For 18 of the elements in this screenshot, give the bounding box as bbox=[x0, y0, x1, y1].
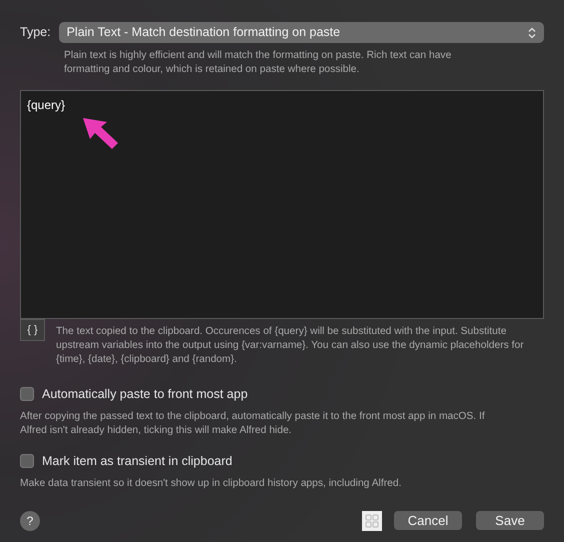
type-help-text: Plain text is highly efficient and will match the formatting on paste. Rich text can have formatting and colour, which is retained on paste where possible. bbox=[64, 49, 452, 77]
stepper-icon bbox=[528, 26, 536, 38]
editor-help-text: The text copied to the clipboard. Occurences of {query} will be substituted with the input. Substitute upstream variables into the output using {var:varname}. You can also use the dynamic placeholders for {time}, {date}, {clipboard} and {random}. bbox=[56, 325, 525, 367]
grid-icon[interactable] bbox=[362, 510, 382, 530]
checkbox-label[interactable]: Mark item as transient in clipboard bbox=[42, 452, 232, 470]
placeholder-button[interactable]: { } bbox=[20, 319, 45, 341]
checkbox[interactable] bbox=[20, 387, 34, 402]
pointer-arrow-icon bbox=[83, 118, 119, 151]
option-help-text: After copying the passed text to the clipboard, automatically paste it to the front most app in macOS. If Alfred isn't already hidden, ticking this will make Alfred hide. bbox=[20, 410, 486, 438]
help-button[interactable]: ? bbox=[20, 510, 40, 530]
option-help-text: Make data transient so it doesn't show up in clipboard history apps, including Alfred. bbox=[20, 476, 402, 490]
save-button[interactable]: Save bbox=[476, 511, 544, 530]
checkbox[interactable] bbox=[20, 454, 34, 468]
checkbox-label[interactable]: Automatically paste to front most app bbox=[42, 385, 248, 404]
type-label: Type: bbox=[20, 24, 51, 42]
type-select[interactable]: Plain Text - Match destination formatting on paste bbox=[58, 22, 544, 43]
cancel-button[interactable]: Cancel bbox=[394, 511, 462, 530]
text-editor[interactable]: {query} bbox=[20, 90, 544, 319]
